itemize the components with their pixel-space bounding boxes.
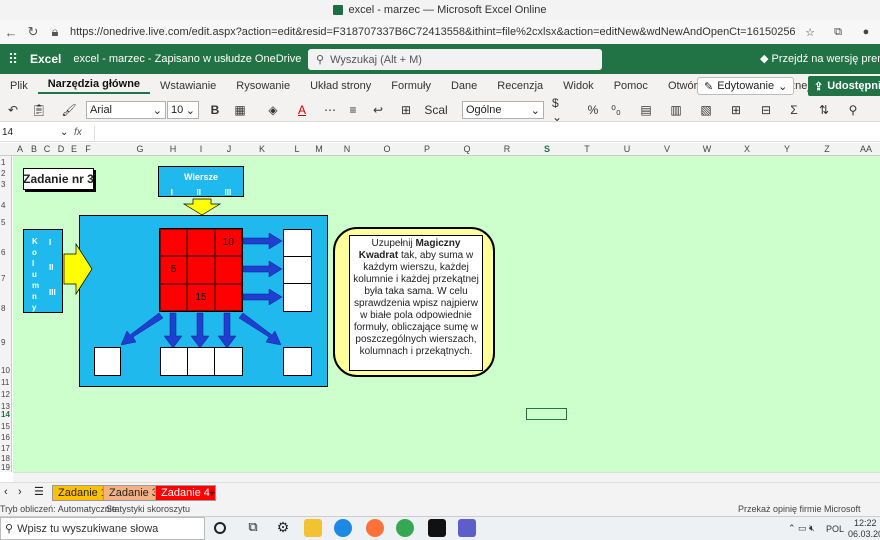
status-bar: Tryb obliczeń: Automatycznie Statystyki …: [0, 502, 880, 516]
column-sum-box[interactable]: [187, 347, 215, 376]
arrow-right-blue-icon: [242, 232, 283, 250]
row-sum-box[interactable]: [283, 229, 312, 257]
edge-icon[interactable]: [334, 519, 352, 537]
arrow-diagonal-right-blue-icon: [238, 312, 282, 346]
taskbar-search-placeholder: Wpisz tu wyszukiwane słowa: [17, 522, 159, 535]
sheet-tabs-bar: ‹ › ☰ Zadanie 1 Zadanie 3 Zadanie 4 +: [0, 482, 880, 502]
magic-square: 10 5 15: [159, 228, 243, 312]
row-sum-box[interactable]: [283, 256, 312, 284]
column-sum-box[interactable]: [160, 347, 188, 376]
selected-cell[interactable]: [526, 408, 567, 420]
next-sheet-icon[interactable]: ›: [18, 486, 22, 498]
sheet-tab-zadanie-4[interactable]: Zadanie 4: [155, 485, 216, 501]
square-cell[interactable]: [187, 229, 215, 257]
feedback-link[interactable]: Przekaż opinię firmie Microsoft: [738, 504, 861, 514]
instruction-post: tak, aby suma w każdym wierszu, każdej k…: [353, 250, 479, 357]
chrome-icon[interactable]: [396, 519, 414, 537]
clock-time[interactable]: 12:22: [854, 518, 877, 528]
square-cell[interactable]: [214, 256, 242, 284]
arrow-right-blue-icon: [242, 288, 283, 306]
firefox-icon[interactable]: [366, 519, 384, 537]
cortana-icon[interactable]: [214, 522, 226, 534]
taskbar-search[interactable]: ⚲ Wpisz tu wyszukiwane słowa: [0, 517, 205, 540]
arrow-down-blue-icon: [163, 312, 183, 349]
sheet-list-icon[interactable]: ☰: [34, 485, 44, 498]
prev-sheet-icon[interactable]: ‹: [4, 486, 8, 498]
arrow-diagonal-left-blue-icon: [120, 312, 164, 346]
arrow-down-blue-icon: [217, 312, 237, 349]
clock-date[interactable]: 06.03.2021: [848, 529, 880, 539]
netflix-icon[interactable]: [428, 519, 446, 537]
arrow-right-blue-icon: [242, 260, 283, 278]
arrow-down-yellow-icon: [182, 198, 222, 216]
file-explorer-icon[interactable]: [304, 519, 322, 537]
task-view-icon[interactable]: ⧉: [244, 519, 262, 537]
diagonal-sum-box[interactable]: [283, 347, 312, 376]
teams-icon[interactable]: [458, 519, 476, 537]
square-cell[interactable]: [214, 283, 242, 311]
workbook-stats[interactable]: Statystyki skoroszytu: [106, 504, 190, 514]
square-cell[interactable]: 5: [160, 256, 188, 284]
settings-icon[interactable]: ⚙: [274, 519, 292, 537]
horizontal-scrollbar[interactable]: [13, 472, 880, 482]
instruction-text: Uzupełnij Magiczny Kwadrat tak, aby suma…: [349, 235, 483, 371]
language-indicator[interactable]: POL: [826, 524, 844, 534]
add-sheet-icon[interactable]: +: [208, 485, 216, 500]
diagonal-sum-box[interactable]: [94, 347, 121, 376]
instruction-pre: Uzupełnij: [371, 238, 413, 249]
instruction-callout: Uzupełnij Magiczny Kwadrat tak, aby suma…: [333, 227, 495, 377]
row-sum-box[interactable]: [283, 283, 312, 312]
arrow-right-yellow-icon: [63, 242, 93, 296]
search-icon: ⚲: [5, 523, 14, 535]
arrow-down-blue-icon: [190, 312, 210, 349]
calc-mode: Tryb obliczeń: Automatycznie: [0, 504, 117, 514]
square-cell[interactable]: [160, 283, 188, 311]
tray-icons[interactable]: ⌃ ▭ 🔇︎: [788, 523, 815, 534]
square-cell[interactable]: [160, 229, 188, 257]
column-sum-box[interactable]: [214, 347, 243, 376]
square-cell[interactable]: 15: [187, 283, 215, 311]
square-cell[interactable]: [187, 256, 215, 284]
square-cell[interactable]: 10: [214, 229, 242, 257]
